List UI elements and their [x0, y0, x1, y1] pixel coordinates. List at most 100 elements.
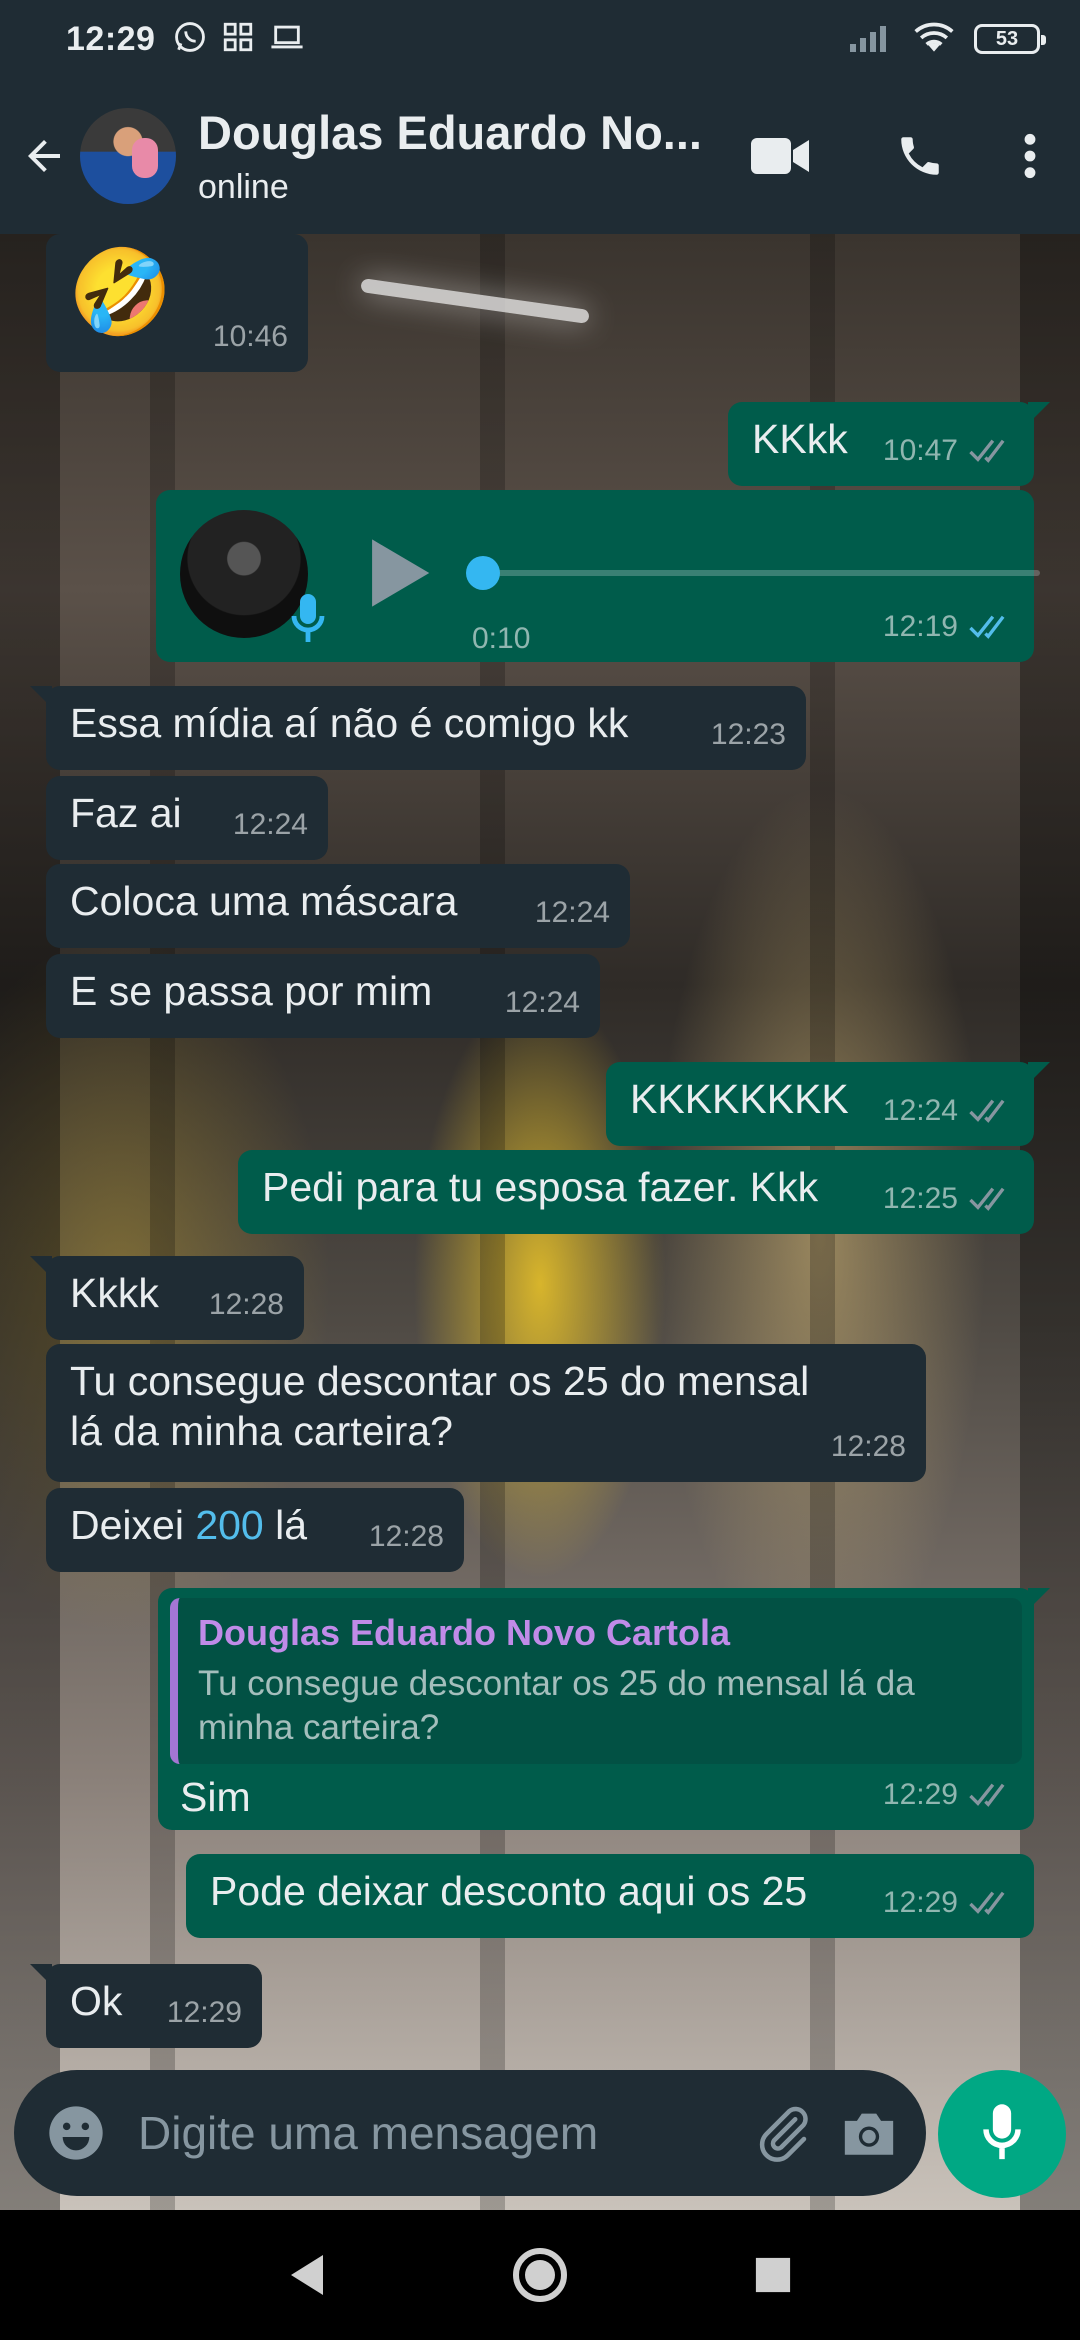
contact-name: Douglas Eduardo No... [198, 106, 702, 159]
message-time: 12:28 [368, 1520, 444, 1553]
whatsapp-notification-icon [173, 20, 207, 59]
microphone-icon [291, 594, 325, 642]
message-text: KKkk [752, 416, 848, 462]
double-check-icon [969, 1187, 1005, 1211]
message-outgoing[interactable]: Pode deixar desconto aqui os 25 12:29 [186, 1854, 1034, 1938]
audio-progress-track[interactable] [480, 570, 1040, 576]
video-call-button[interactable] [730, 106, 830, 206]
attach-button[interactable] [746, 2093, 821, 2173]
audio-scrubber-handle[interactable] [466, 556, 500, 590]
system-navigation-bar [0, 2210, 1080, 2340]
message-text-line: Tu consegue descontar os 25 do mensal [70, 1358, 810, 1404]
message-text: Pode deixar desconto aqui os 25 [210, 1868, 808, 1914]
message-incoming[interactable]: 🤣 10:46 [46, 234, 308, 372]
quoted-author: Douglas Eduardo Novo Cartola [198, 1612, 731, 1653]
message-time: 12:23 [710, 718, 786, 751]
phone-icon [901, 137, 939, 175]
phone-number-link[interactable]: 200 [195, 1502, 263, 1548]
audio-duration: 0:10 [472, 622, 531, 655]
play-icon [372, 539, 430, 607]
quoted-text: Tu consegue descontar os 25 do mensal lá… [198, 1664, 915, 1747]
message-text: Kkkk [70, 1270, 159, 1316]
signal-icon [850, 22, 894, 57]
message-incoming[interactable]: Ok 12:29 [30, 1964, 262, 2048]
smiley-icon [49, 2106, 103, 2160]
nav-recents-button[interactable] [728, 2230, 818, 2320]
circle-home-icon [512, 2248, 567, 2302]
arrow-left-icon [28, 140, 60, 172]
message-text: lá [263, 1502, 308, 1548]
message-text: E se passa por mim [70, 968, 433, 1014]
emoji-button[interactable] [44, 2101, 108, 2165]
message-time: 12:28 [830, 1430, 906, 1463]
laptop-icon [269, 20, 305, 59]
message-time: 12:29 [882, 1778, 958, 1811]
message-time: 12:24 [504, 986, 580, 1019]
double-check-read-icon [969, 615, 1005, 639]
quoted-message[interactable]: Douglas Eduardo Novo Cartola Tu consegue… [170, 1598, 1022, 1764]
message-incoming[interactable]: Essa mídia aí não é comigo kk 12:23 [30, 686, 806, 770]
message-time: 12:29 [166, 1996, 242, 2029]
message-text: KKKKKKKK [630, 1076, 849, 1122]
voice-call-button[interactable] [870, 106, 970, 206]
message-time: 12:24 [882, 1094, 958, 1127]
message-time: 10:47 [882, 434, 958, 467]
message-time: 10:46 [212, 320, 288, 353]
message-time: 12:24 [534, 896, 610, 929]
message-text: Essa mídia aí não é comigo kk [70, 700, 629, 746]
message-outgoing[interactable]: KKkk 10:47 [728, 402, 1050, 486]
contact-presence: online [198, 168, 289, 206]
nav-home-button[interactable] [495, 2230, 585, 2320]
video-camera-icon [751, 138, 809, 174]
message-time: 12:24 [232, 808, 308, 841]
message-incoming[interactable]: Deixei 200 lá 12:28 [46, 1488, 464, 1572]
back-button[interactable] [16, 128, 72, 184]
camera-icon [844, 2113, 893, 2155]
message-time: 12:25 [882, 1182, 958, 1215]
voice-message[interactable]: 0:10 12:19 [156, 490, 1040, 662]
double-check-icon [969, 1783, 1005, 1807]
message-incoming[interactable]: Coloca uma máscara 12:24 [46, 864, 630, 948]
triangle-back-icon [290, 2255, 323, 2295]
double-check-icon [969, 1099, 1005, 1123]
voice-record-button[interactable] [938, 2070, 1066, 2198]
emoji-content: 🤣 [68, 245, 173, 339]
contact-avatar[interactable] [80, 108, 176, 204]
message-text: Pedi para tu esposa fazer. Kkk [262, 1164, 819, 1210]
contact-info[interactable]: Douglas Eduardo No... online [198, 105, 702, 207]
wifi-icon [912, 20, 956, 59]
message-time: 12:19 [882, 610, 958, 643]
message-composer [14, 2070, 926, 2196]
status-time: 12:29 [66, 19, 156, 58]
message-text: Deixei [70, 1502, 196, 1548]
message-incoming[interactable]: Tu consegue descontar os 25 do mensal lá… [46, 1344, 926, 1482]
double-check-icon [969, 1891, 1005, 1915]
message-text: Sim [180, 1774, 251, 1820]
chat-background: 🤣 10:46 KKkk 10:47 0:10 12:19 Essa mídia… [0, 234, 1080, 2210]
message-text: Faz ai [70, 790, 182, 836]
message-incoming[interactable]: Faz ai 12:24 [46, 776, 328, 860]
message-outgoing-reply[interactable]: Douglas Eduardo Novo Cartola Tu consegue… [158, 1588, 1050, 1830]
message-text: Coloca uma máscara [70, 878, 458, 924]
message-text-line: lá da minha carteira? [70, 1408, 453, 1454]
message-outgoing[interactable]: Pedi para tu esposa fazer. Kkk 12:25 [238, 1150, 1034, 1234]
chat-header: Douglas Eduardo No... online [0, 78, 1080, 234]
double-check-icon [969, 439, 1005, 463]
paperclip-icon [759, 2106, 808, 2162]
message-outgoing[interactable]: KKKKKKKK 12:24 [606, 1062, 1050, 1146]
microphone-icon [983, 2104, 1021, 2160]
square-recents-icon [756, 2257, 791, 2293]
status-bar: 12:29 53 [0, 0, 1080, 78]
message-text: Ok [70, 1978, 123, 2024]
message-incoming[interactable]: E se passa por mim 12:24 [46, 954, 600, 1038]
message-time: 12:29 [882, 1886, 958, 1919]
message-incoming[interactable]: Kkkk 12:28 [30, 1256, 304, 1340]
play-button[interactable] [364, 536, 434, 621]
nav-back-button[interactable] [262, 2230, 352, 2320]
more-options-button[interactable] [980, 106, 1080, 206]
message-time: 12:28 [208, 1288, 284, 1321]
apps-grid-icon [221, 20, 255, 59]
camera-button[interactable] [831, 2093, 906, 2173]
kebab-menu-icon [1024, 133, 1036, 179]
message-input[interactable] [138, 2106, 736, 2160]
